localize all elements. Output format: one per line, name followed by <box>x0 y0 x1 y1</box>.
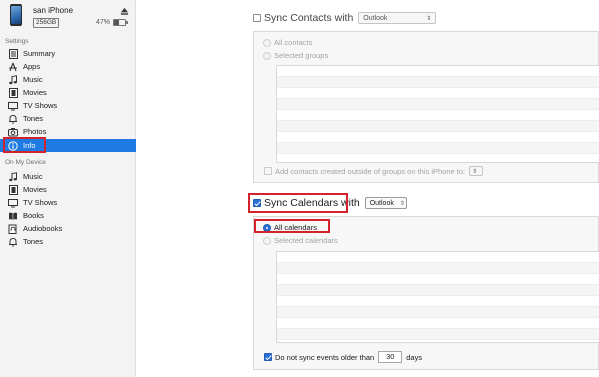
sidebar-item-device-tones[interactable]: Tones <box>0 235 136 248</box>
summary-icon <box>8 48 18 59</box>
info-highlight-box <box>3 137 46 153</box>
contacts-all-option[interactable]: All contacts <box>263 38 312 47</box>
sidebar-item-label: Music <box>23 75 43 84</box>
sidebar-item-label: Apps <box>23 62 41 71</box>
music-note-icon <box>8 171 18 182</box>
sync-contacts-row: Sync Contacts with Outlook ⇕ <box>253 12 437 24</box>
sidebar-item-label: Tones <box>23 114 44 123</box>
capacity-badge: 256GB <box>33 18 60 28</box>
sidebar-item-label: Books <box>23 211 44 220</box>
film-icon <box>8 87 18 98</box>
sidebar-item-label: Photos <box>23 127 47 136</box>
contacts-panel: All contacts Selected groups Add contact… <box>253 31 599 183</box>
sidebar-item-label: Music <box>23 172 43 181</box>
calendars-list[interactable] <box>276 251 599 343</box>
sidebar-item-label: TV Shows <box>23 101 58 110</box>
calendars-source-select[interactable]: Outlook ⇕ <box>364 197 407 209</box>
sidebar-item-label: Movies <box>23 185 47 194</box>
device-section-header: On My Device <box>5 159 46 166</box>
chevron-updown-icon: ⇕ <box>399 200 405 207</box>
calendars-older-than-row: Do not sync events older than 30 days <box>264 351 422 363</box>
audiobook-icon <box>8 224 18 234</box>
sidebar-item-apps[interactable]: Apps <box>0 60 136 73</box>
chevron-updown-icon: ⇕ <box>472 168 478 175</box>
sidebar-item-device-audiobooks[interactable]: Audiobooks <box>0 222 136 235</box>
calendars-older-than-label: Do not sync events older than <box>275 352 375 362</box>
settings-section-header: Settings <box>5 38 29 45</box>
calendars-source-value: Outlook <box>369 199 394 207</box>
contacts-selected-label: Selected groups <box>274 51 329 60</box>
calendars-panel: All calendars Selected calendars Do not … <box>253 216 599 370</box>
device-name: san iPhone <box>33 6 74 15</box>
film-icon <box>8 184 18 195</box>
contacts-add-outside-label: Add contacts created outside of groups o… <box>275 166 466 176</box>
sidebar-item-device-movies[interactable]: Movies <box>0 183 136 196</box>
contacts-all-radio[interactable] <box>263 38 271 47</box>
sidebar-item-device-books[interactable]: Books <box>0 209 136 222</box>
contacts-selected-option[interactable]: Selected groups <box>263 51 328 60</box>
sidebar-item-music[interactable]: Music <box>0 73 136 86</box>
contacts-all-label: All contacts <box>274 38 313 47</box>
sidebar: san iPhone 256GB 47% Settings Summary Ap… <box>0 0 136 377</box>
sidebar-item-label: Audiobooks <box>23 224 63 233</box>
sync-calendars-highlight-box <box>248 193 348 213</box>
sidebar-item-label: Tones <box>23 237 44 246</box>
eject-icon[interactable] <box>120 7 129 16</box>
sidebar-item-device-music[interactable]: Music <box>0 170 136 183</box>
sidebar-item-label: Summary <box>23 49 56 58</box>
tv-icon <box>8 198 18 208</box>
sidebar-item-movies[interactable]: Movies <box>0 86 136 99</box>
bell-icon <box>8 237 18 247</box>
calendars-older-than-checkbox[interactable] <box>264 353 272 361</box>
contacts-group-select[interactable]: ⇕ <box>469 166 484 176</box>
contacts-groups-list[interactable] <box>276 65 599 163</box>
battery-icon <box>113 19 128 26</box>
contacts-source-select[interactable]: Outlook ⇕ <box>358 12 437 24</box>
sidebar-item-label: TV Shows <box>23 198 58 207</box>
contacts-source-value: Outlook <box>363 14 388 22</box>
book-icon <box>8 211 18 221</box>
bell-icon <box>8 114 18 124</box>
iphone-icon <box>10 4 22 26</box>
sidebar-item-device-tv-shows[interactable]: TV Shows <box>0 196 136 209</box>
chevron-updown-icon: ⇕ <box>426 15 432 22</box>
sync-contacts-label: Sync Contacts with <box>264 12 354 24</box>
calendars-selected-radio[interactable] <box>263 236 271 245</box>
contacts-add-outside-row: Add contacts created outside of groups o… <box>264 166 484 176</box>
sidebar-item-tones[interactable]: Tones <box>0 112 136 125</box>
sidebar-item-label: Movies <box>23 88 47 97</box>
apps-icon <box>8 62 18 72</box>
contacts-selected-radio[interactable] <box>263 51 271 60</box>
calendars-days-unit: days <box>406 352 423 362</box>
music-note-icon <box>8 74 18 85</box>
calendars-selected-label: Selected calendars <box>274 236 338 245</box>
sidebar-item-summary[interactable]: Summary <box>0 47 136 60</box>
tv-icon <box>8 101 18 111</box>
info-pane: Sync Contacts with Outlook ⇕ All contacts… <box>136 0 599 377</box>
battery-percent: 47% <box>96 19 111 26</box>
device-header[interactable]: san iPhone 256GB 47% <box>0 0 136 34</box>
all-calendars-highlight-box <box>254 219 330 233</box>
calendars-selected-option[interactable]: Selected calendars <box>263 236 338 245</box>
contacts-add-outside-checkbox[interactable] <box>264 167 272 175</box>
calendars-days-input[interactable]: 30 <box>378 351 403 363</box>
sync-contacts-checkbox[interactable] <box>253 14 261 22</box>
sidebar-item-tv-shows[interactable]: TV Shows <box>0 99 136 112</box>
camera-icon <box>8 127 18 137</box>
